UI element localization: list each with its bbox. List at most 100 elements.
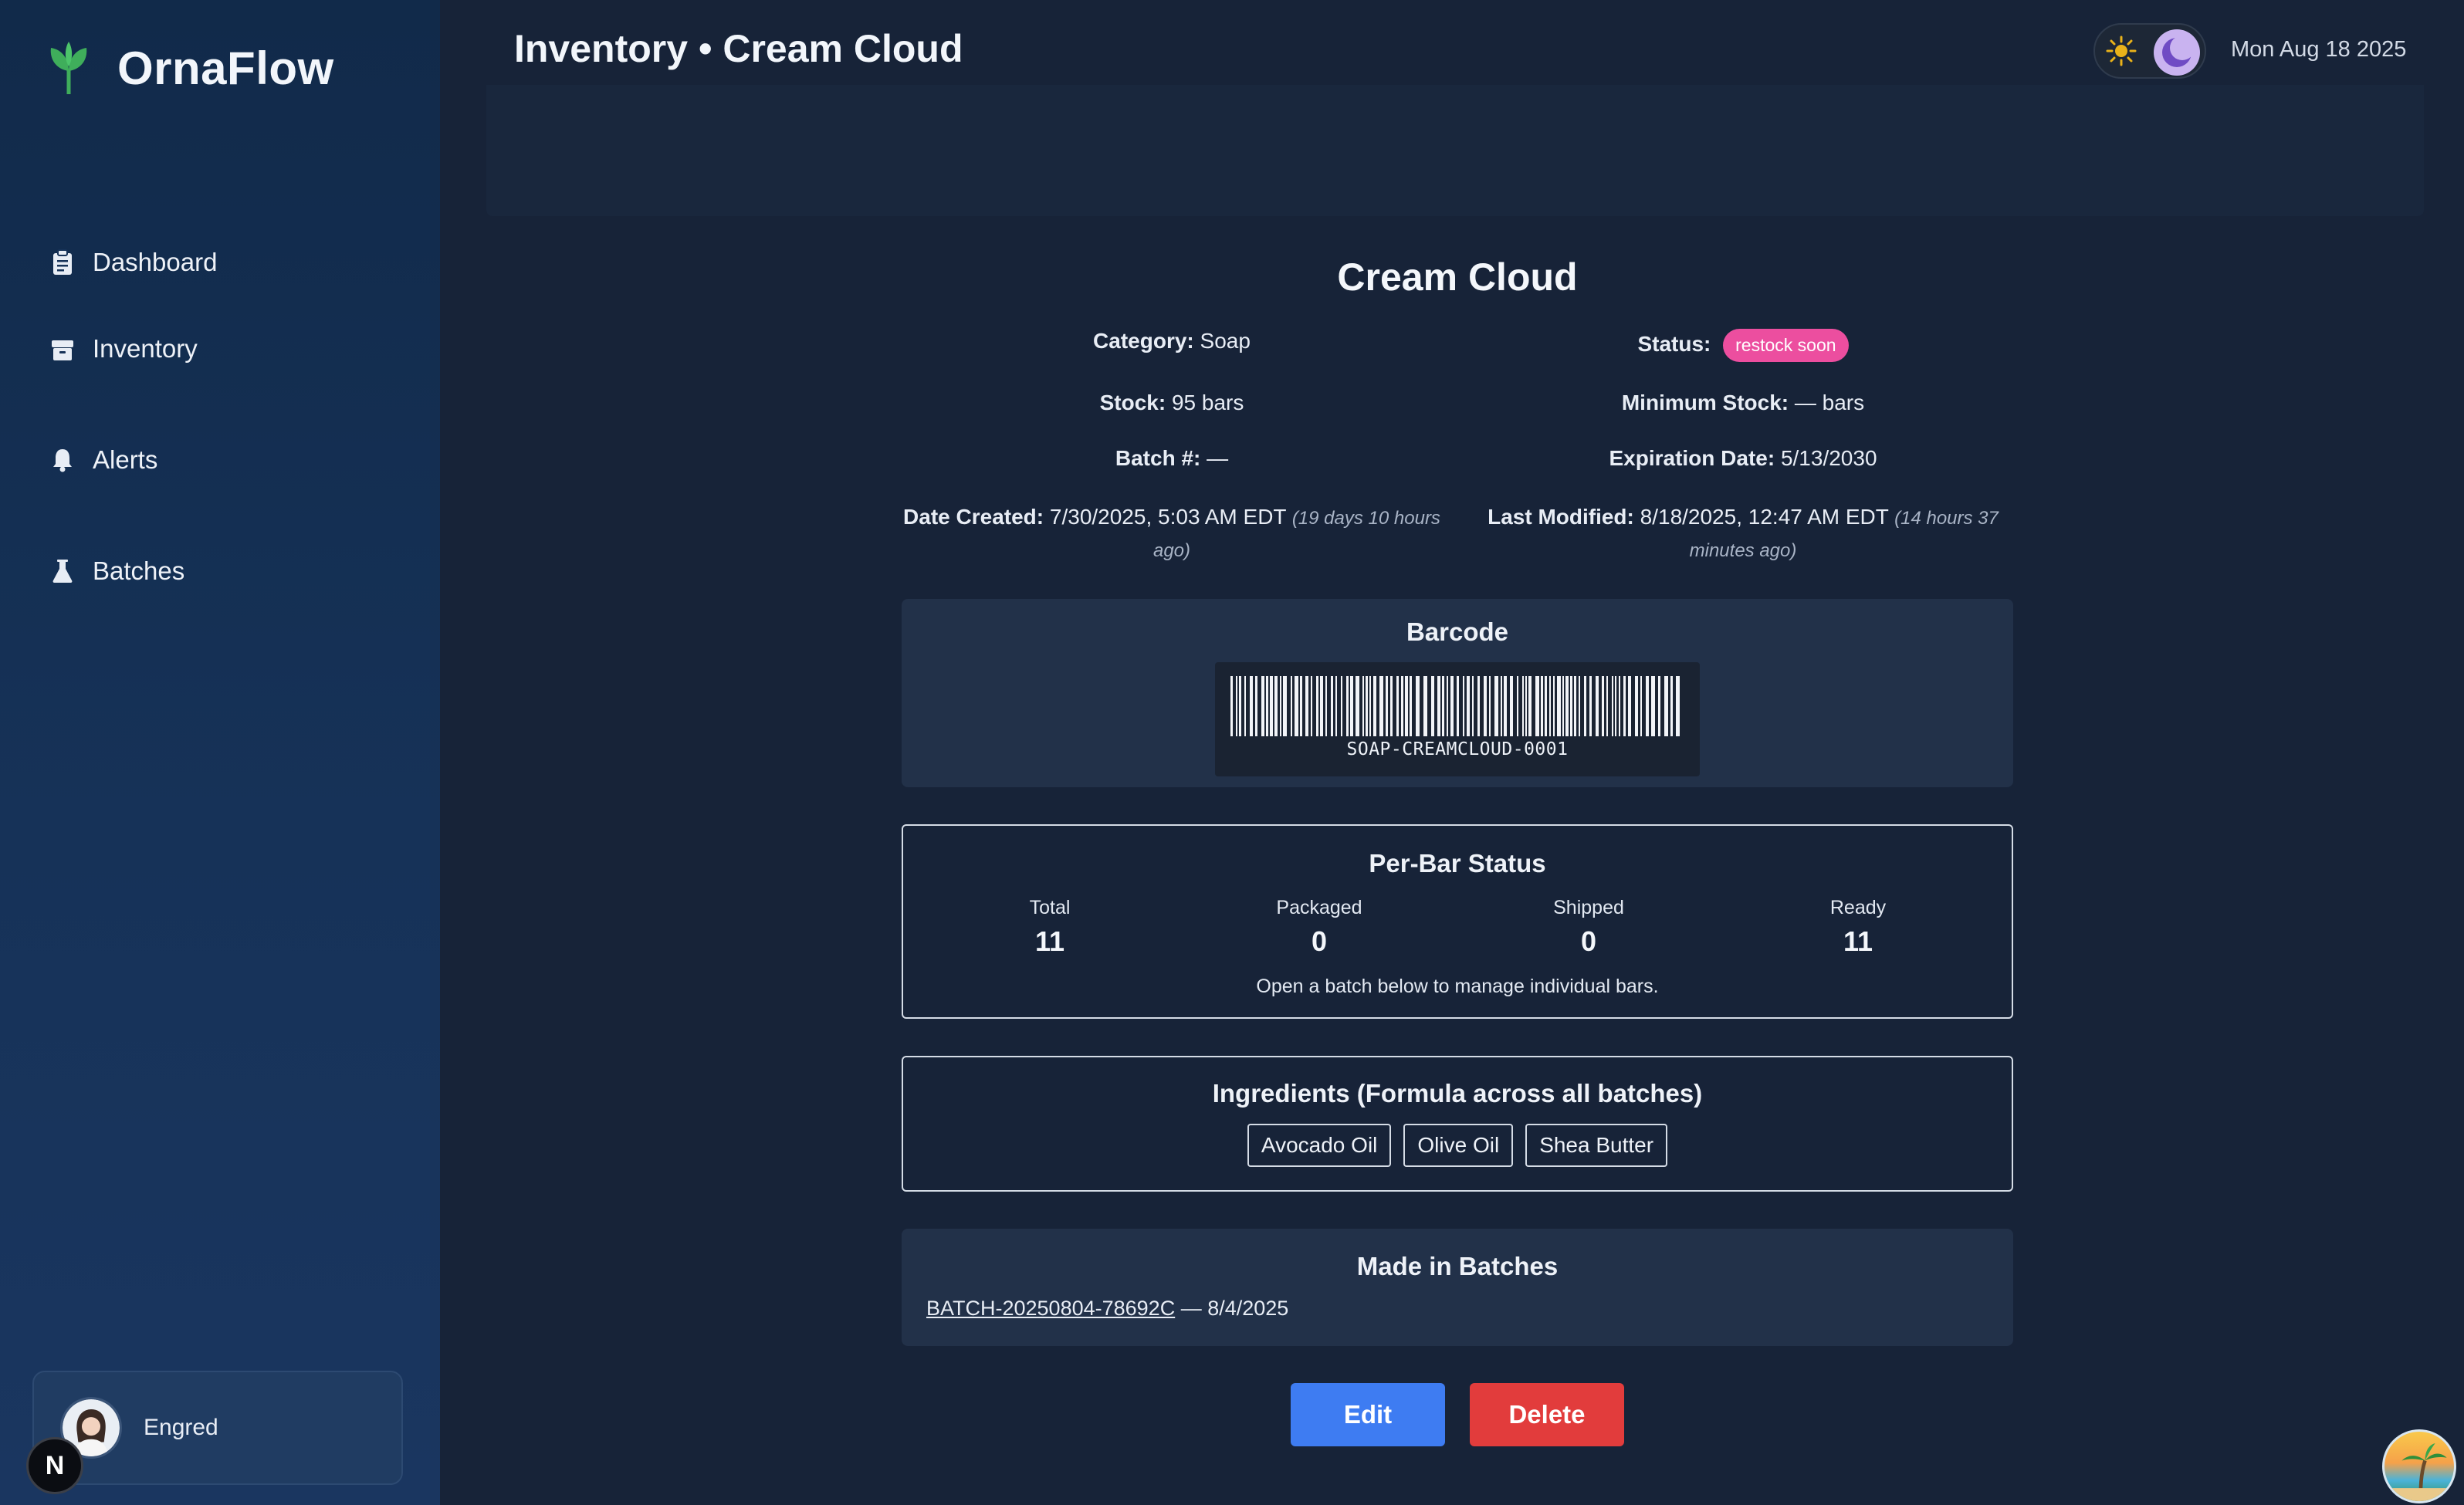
- barcode-bar: [1545, 676, 1547, 736]
- edit-button[interactable]: Edit: [1291, 1383, 1445, 1446]
- created-relative-cont: ago): [1152, 540, 1191, 561]
- stat-label: Ready: [1829, 897, 1887, 918]
- per-bar-title: Per-Bar Status: [1369, 849, 1546, 878]
- user-card[interactable]: Engred: [32, 1371, 403, 1485]
- moon-icon: [2162, 36, 2195, 67]
- barcode-bar: [1528, 676, 1532, 736]
- ingredient-chip[interactable]: Shea Butter: [1525, 1124, 1668, 1167]
- sidebar-item-inventory[interactable]: Inventory: [51, 293, 217, 404]
- sidebar: OrnaFlow Dashboard Inventory Alerts Batc…: [0, 0, 440, 1505]
- barcode-bar: [1522, 676, 1524, 736]
- barcode-bar: [1300, 676, 1302, 736]
- last-modified-field: Last Modified: 8/18/2025, 12:47 AM EDT (…: [1473, 502, 2013, 566]
- status-field: Status: restock soon: [1473, 329, 2013, 362]
- sidebar-item-label: Inventory: [93, 334, 198, 363]
- barcode-bar: [1472, 676, 1474, 736]
- barcode-bar: [1386, 676, 1388, 736]
- stock-value: 95 bars: [1171, 391, 1244, 414]
- barcode-bar: [1250, 676, 1253, 736]
- barcode-bar: [1510, 676, 1513, 736]
- box-icon: [52, 340, 73, 360]
- barcode-bar: [1350, 676, 1353, 736]
- barcode-bar: [1239, 676, 1241, 736]
- status-badge: restock soon: [1723, 329, 1849, 362]
- palm-beach-icon: [2384, 1443, 2454, 1501]
- barcode-bar: [1646, 676, 1649, 736]
- barcode-bars: [1230, 676, 1680, 736]
- barcode-bar: [1335, 676, 1337, 736]
- barcode-bar: [1255, 676, 1257, 736]
- product-name: Cream Cloud: [1337, 255, 1578, 299]
- created-relative: (19 days 10 hours: [1291, 508, 1440, 529]
- barcode-bar: [1553, 676, 1555, 736]
- moon-toggle-knob[interactable]: [2154, 29, 2200, 76]
- flask-icon: [52, 560, 73, 583]
- sidebar-item-batches[interactable]: Batches: [51, 516, 217, 627]
- barcode-title: Barcode: [1406, 617, 1509, 646]
- min-stock-label: Minimum Stock:: [1621, 391, 1789, 414]
- theme-toggle[interactable]: [2093, 23, 2206, 79]
- ingredient-chips: Avocado Oil Olive Oil Shea Butter: [903, 1124, 2012, 1167]
- created-value: 7/30/2025, 5:03 AM EDT: [1049, 505, 1287, 529]
- barcode-bar: [1664, 676, 1668, 736]
- ingredient-chip[interactable]: Olive Oil: [1403, 1124, 1514, 1167]
- stat-total: Total 11: [934, 897, 1166, 958]
- barcode-bar: [1244, 676, 1246, 736]
- sidebar-item-dashboard[interactable]: Dashboard: [51, 232, 217, 293]
- barcode-bar: [1623, 676, 1626, 736]
- per-bar-status-panel: Per-Bar Status Total 11 Packaged 0 Shipp…: [902, 824, 2013, 1019]
- barcode-bar: [1405, 676, 1408, 736]
- min-stock-value: — bars: [1794, 391, 1865, 414]
- sidebar-item-alerts[interactable]: Alerts: [51, 404, 217, 516]
- barcode-bar: [1612, 676, 1613, 736]
- barcode-bar: [1316, 676, 1318, 736]
- barcode-bar: [1270, 676, 1273, 736]
- barcode-bar: [1295, 676, 1298, 736]
- barcode-bar: [1517, 676, 1518, 736]
- barcode-bar: [1431, 676, 1434, 736]
- barcode-bar: [1366, 676, 1368, 736]
- barcode-bar: [1484, 676, 1487, 736]
- expiration-label: Expiration Date:: [1609, 446, 1775, 470]
- batch-field: Batch #: —: [902, 446, 1442, 471]
- n-badge-icon[interactable]: N: [26, 1437, 83, 1494]
- stat-packaged: Packaged 0: [1203, 897, 1435, 958]
- barcode-bar: [1331, 676, 1333, 736]
- ingredients-panel: Ingredients (Formula across all batches)…: [902, 1056, 2013, 1192]
- min-stock-field: Minimum Stock: — bars: [1473, 391, 2013, 415]
- barcode-bar: [1261, 676, 1264, 736]
- barcode-bar: [1230, 676, 1233, 736]
- barcode-bar: [1341, 676, 1342, 736]
- per-bar-note: Open a batch below to manage individual …: [1256, 976, 1659, 997]
- expiration-value: 5/13/2030: [1780, 446, 1877, 470]
- stat-value: 0: [1580, 925, 1597, 957]
- leaf-logo-icon: [50, 42, 87, 94]
- barcode-bar: [1416, 676, 1420, 736]
- barcode-bar: [1401, 676, 1403, 736]
- barcode-bar: [1423, 676, 1427, 736]
- delete-button[interactable]: Delete: [1470, 1383, 1624, 1446]
- barcode-bar: [1447, 676, 1448, 736]
- bell-icon: [53, 449, 72, 472]
- batch-link[interactable]: BATCH-20250804-78692C: [926, 1297, 1175, 1320]
- barcode-bar: [1450, 676, 1454, 736]
- barcode-bar: [1291, 676, 1292, 736]
- brand[interactable]: OrnaFlow: [45, 40, 334, 96]
- barcode[interactable]: SOAP-CREAMCLOUD-0001: [1215, 662, 1700, 776]
- stat-value: 11: [1843, 925, 1873, 957]
- ingredient-chip[interactable]: Avocado Oil: [1247, 1124, 1392, 1167]
- category-field: Category: Soap: [902, 329, 1442, 353]
- barcode-bar: [1489, 676, 1491, 736]
- barcode-bar: [1283, 676, 1287, 736]
- sidebar-item-label: Dashboard: [93, 248, 218, 276]
- barcode-bar: [1570, 676, 1572, 736]
- barcode-bar: [1658, 676, 1660, 736]
- stock-field: Stock: 95 bars: [902, 391, 1442, 415]
- modified-label: Last Modified:: [1488, 505, 1634, 529]
- barcode-bar: [1346, 676, 1349, 736]
- header-date: Mon Aug 18 2025: [2231, 37, 2407, 62]
- assistant-widget-icon[interactable]: [2382, 1429, 2456, 1503]
- barcode-bar: [1379, 676, 1383, 736]
- barcode-bar: [1494, 676, 1498, 736]
- barcode-bar: [1266, 676, 1268, 736]
